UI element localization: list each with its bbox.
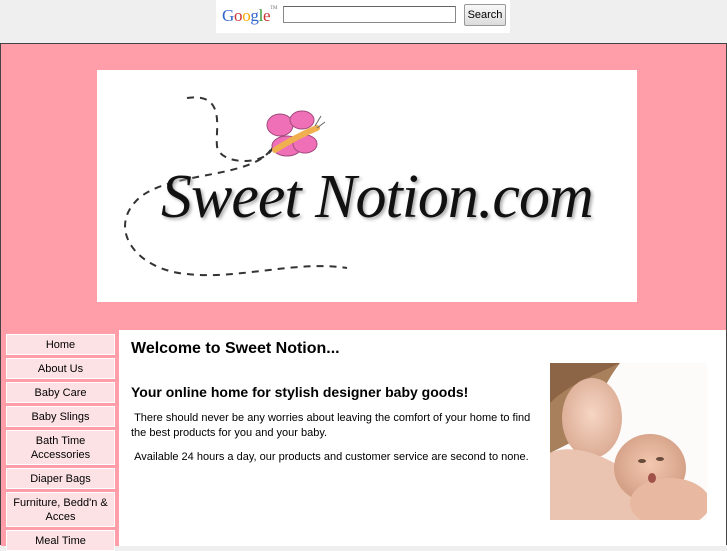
nav-item-bath-time-accessories[interactable]: Bath Time Accessories <box>6 430 115 465</box>
sidebar: Home About Us Baby Care Baby Slings Bath… <box>1 330 119 551</box>
site-name-text: Sweet Notion.com <box>161 163 594 231</box>
google-tm: TM <box>270 6 278 11</box>
mother-baby-image <box>550 363 707 520</box>
nav-item-baby-slings[interactable]: Baby Slings <box>6 406 115 427</box>
nav-item-label: Baby Slings <box>31 410 90 423</box>
google-search-button[interactable]: Search <box>464 4 506 26</box>
nav-item-label: Furniture, Bedd'n & Acces <box>13 496 108 523</box>
nav-item-home[interactable]: Home <box>6 334 115 355</box>
nav-item-label: Home <box>45 338 76 351</box>
intro-paragraph: There should never be any worries about … <box>131 412 534 439</box>
nav-item-label: Baby Care <box>34 386 87 399</box>
nav-item-label: Bath Time Accessories <box>30 434 91 461</box>
mother-baby-photo <box>550 363 707 520</box>
nav-item-about-us[interactable]: About Us <box>6 358 115 379</box>
main-content: Welcome to Sweet Notion... Your online h… <box>119 330 726 546</box>
google-search-box: GoogleTM Search <box>216 0 510 33</box>
site-header: Sweet Notion.com <box>1 44 726 330</box>
nav-item-label: Diaper Bags <box>30 472 91 485</box>
nav-item-diaper-bags[interactable]: Diaper Bags <box>6 468 115 489</box>
availability-paragraph: Available 24 hours a day, our products a… <box>131 451 529 463</box>
nav-item-furniture[interactable]: Furniture, Bedd'n & Acces <box>6 492 115 527</box>
google-search-input[interactable] <box>283 6 456 23</box>
page-subtitle: Your online home for stylish designer ba… <box>131 384 469 400</box>
page-frame: Sweet Notion.com Home About Us Baby Care… <box>0 43 727 551</box>
google-search-bar: GoogleTM Search <box>0 0 727 43</box>
nav-item-label: About Us <box>37 362 84 375</box>
butterfly-icon <box>266 110 326 157</box>
nav-item-meal-time[interactable]: Meal Time <box>6 530 115 551</box>
page-title: Welcome to Sweet Notion... <box>131 340 340 357</box>
google-logo: GoogleTM <box>222 6 278 25</box>
nav-item-label: Meal Time <box>35 534 86 547</box>
nav-item-baby-care[interactable]: Baby Care <box>6 382 115 403</box>
site-banner-logo[interactable]: Sweet Notion.com <box>97 70 637 302</box>
